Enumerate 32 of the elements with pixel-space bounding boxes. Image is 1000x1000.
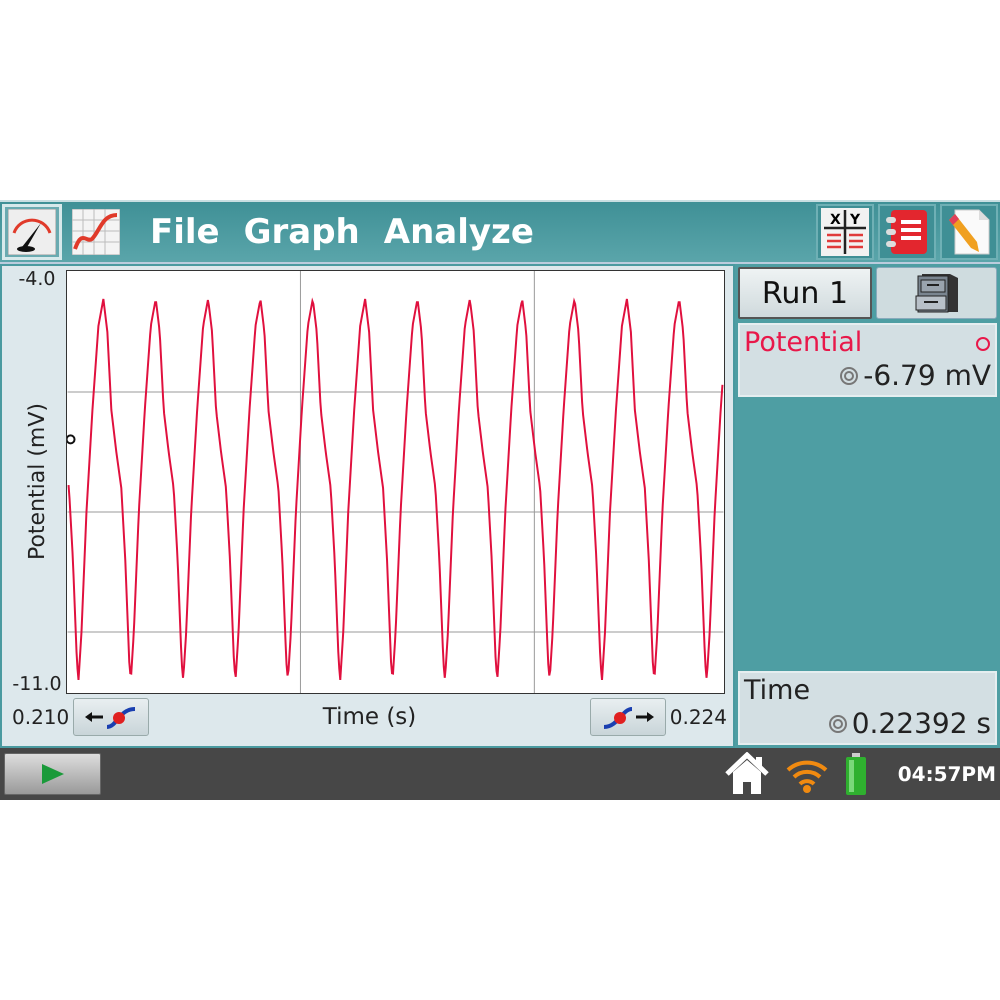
sensor-reading: -6.79 mV	[863, 359, 991, 393]
cursor-marker	[66, 434, 76, 444]
axis-tick-label: -4.0	[18, 270, 56, 289]
run-button[interactable]: Run 1	[738, 267, 872, 319]
play-icon	[40, 762, 66, 786]
line-graph-icon	[72, 209, 120, 255]
axis-title: Potential (mV)	[24, 403, 50, 561]
pan-left-button[interactable]	[73, 698, 150, 736]
sensor-name: Time	[744, 675, 810, 708]
toolbar-button[interactable]	[940, 204, 998, 260]
file-cabinet-button[interactable]	[876, 267, 997, 319]
axis-tick-label: 0.224	[670, 707, 727, 727]
battery-icon[interactable]	[844, 752, 868, 796]
axis-tick-label: -11.0	[12, 675, 62, 694]
home-icon[interactable]	[724, 752, 770, 796]
sensor-reading: 0.22392 s	[852, 707, 991, 741]
gauge-icon	[8, 209, 56, 255]
view-tab[interactable]	[2, 204, 62, 260]
menu-item[interactable]: Graph	[232, 215, 372, 249]
target-icon	[828, 714, 848, 734]
target-icon	[839, 366, 860, 386]
menu-item[interactable]: Analyze	[372, 215, 546, 249]
menu-item[interactable]: File	[138, 215, 232, 249]
sensor-name: Potential	[744, 327, 862, 360]
ring-icon	[975, 334, 991, 352]
file-cabinet-icon	[914, 272, 960, 314]
axis-title: Time (s)	[322, 702, 418, 732]
pan-right-button[interactable]	[590, 698, 666, 736]
play-button[interactable]	[4, 753, 101, 795]
toolbar-button[interactable]	[878, 204, 936, 260]
clock: 04:57PM	[898, 761, 996, 788]
axis-tick-label: 0.210	[12, 707, 70, 727]
